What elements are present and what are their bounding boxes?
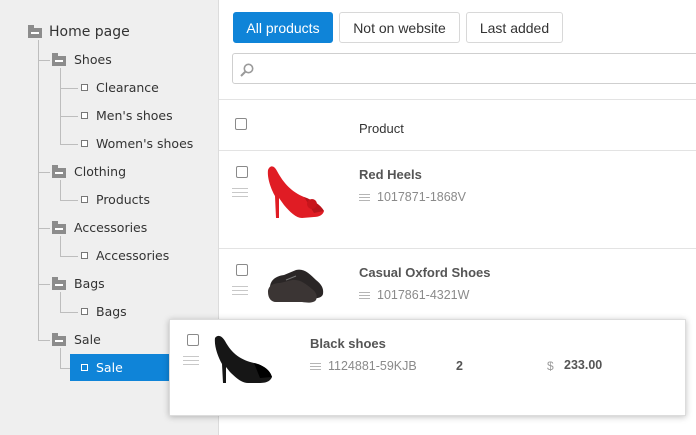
tree-item-label: Accessories <box>96 248 170 263</box>
category-icon <box>81 84 88 91</box>
tree-guide-line <box>38 228 50 229</box>
search-icon <box>240 63 254 77</box>
folder-icon <box>52 277 66 290</box>
product-sku: 1124881-59KJB <box>328 359 417 373</box>
divider <box>219 248 696 249</box>
tree-guide-line <box>38 40 39 340</box>
product-image-red-heels <box>267 166 324 218</box>
tree-item-label: Sale <box>74 332 101 347</box>
folder-icon <box>52 53 66 66</box>
row-checkbox[interactable] <box>187 334 199 346</box>
tree-guide-line <box>60 68 61 144</box>
tree-guide-line <box>60 88 78 89</box>
tree-item-label: Bags <box>74 276 105 291</box>
category-icon <box>81 364 88 371</box>
tree-item-label: Clothing <box>74 164 127 179</box>
folder-icon <box>28 25 42 38</box>
drag-handle-icon[interactable] <box>232 286 248 296</box>
tree-guide-line <box>60 368 70 369</box>
folder-icon <box>52 221 66 234</box>
category-icon <box>81 112 88 119</box>
tree-guide-line <box>38 340 50 341</box>
tree-item-label: Women's shoes <box>96 136 194 151</box>
select-all-checkbox[interactable] <box>235 118 247 130</box>
tree-guide-line <box>60 116 78 117</box>
divider <box>219 99 696 100</box>
tree-guide-line <box>60 180 61 200</box>
product-image-casual-oxford-shoes <box>268 269 324 303</box>
tree-item-label: Clearance <box>96 80 159 95</box>
tree-guide-line <box>60 292 61 312</box>
drag-handle-icon[interactable] <box>232 188 248 198</box>
folder-icon <box>52 333 66 346</box>
tree-item-label: Men's shoes <box>96 108 173 123</box>
tree-item-label: Sale <box>96 360 123 375</box>
filter-not-on-website[interactable]: Not on website <box>339 12 460 43</box>
category-icon <box>81 140 88 147</box>
product-price: 233.00 <box>564 358 603 372</box>
category-icon <box>81 196 88 203</box>
filter-last-added[interactable]: Last added <box>466 12 563 43</box>
tree-guide-line <box>60 312 78 313</box>
tree-guide-line <box>38 60 50 61</box>
tree-guide-line <box>60 200 78 201</box>
tree-item-label: Shoes <box>74 52 112 67</box>
product-name[interactable]: Red Heels <box>359 167 422 182</box>
tree-item-label: Bags <box>96 304 127 319</box>
product-name[interactable]: Casual Oxford Shoes <box>359 265 490 280</box>
tree-item-sale-child-selected[interactable]: Sale <box>70 354 170 381</box>
row-checkbox[interactable] <box>236 166 248 178</box>
tree-item-label: Home page <box>49 24 130 40</box>
tree-guide-line <box>38 172 50 173</box>
sku-icon <box>359 292 370 300</box>
product-quantity: 2 <box>456 359 463 373</box>
divider <box>219 150 696 151</box>
product-name[interactable]: Black shoes <box>310 336 386 351</box>
sku-icon <box>359 194 370 202</box>
product-image-black-shoes <box>214 335 272 383</box>
category-icon <box>81 308 88 315</box>
tree-guide-line <box>60 144 78 145</box>
dragged-table-row[interactable]: Black shoes 1124881-59KJB 2 $ 233.00 <box>169 319 686 416</box>
folder-icon <box>52 165 66 178</box>
currency-symbol: $ <box>547 359 554 373</box>
tree-item-label: Accessories <box>74 220 148 235</box>
category-icon <box>81 252 88 259</box>
tree-guide-line <box>38 284 50 285</box>
tree-item-label: Products <box>96 192 150 207</box>
tree-guide-line <box>60 256 78 257</box>
drag-handle-icon[interactable] <box>183 356 199 366</box>
product-sku: 1017871-1868V <box>377 190 466 204</box>
tree-guide-line <box>60 236 61 256</box>
filter-all-products[interactable]: All products <box>233 12 333 43</box>
row-checkbox[interactable] <box>236 264 248 276</box>
column-header-product: Product <box>359 121 404 136</box>
search-input[interactable] <box>232 53 696 84</box>
tree-guide-line <box>60 348 61 368</box>
product-sku: 1017861-4321W <box>377 288 470 302</box>
sku-icon <box>310 363 321 371</box>
